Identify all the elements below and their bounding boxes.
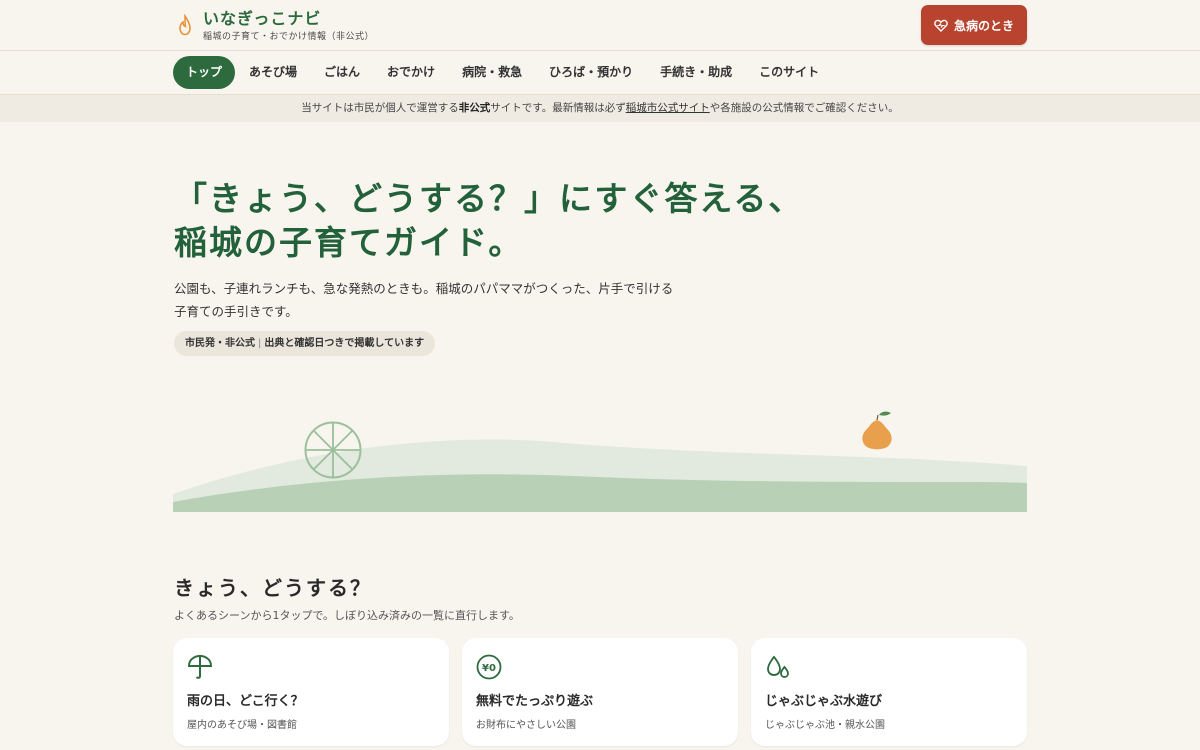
chip-label-a: 市民発・非公式 <box>185 338 255 349</box>
scene-card-free-play[interactable]: ¥0 無料でたっぷり遊ぶ お財布にやさしい公園 <box>462 638 738 746</box>
hero-description: 公園も、子連れランチも、急な発熱のときも。稲城のパパママがつくった、片手で引ける… <box>174 281 674 319</box>
yen-zero-icon: ¥0 <box>476 654 502 680</box>
main-nav: トップ あそび場 ごはん おでかけ 病院・救急 ひろば・預かり 手続き・助成 こ… <box>0 51 1200 95</box>
disclaimer-banner: 当サイトは市民が個人で運営する非公式サイトです。最新情報は必ず稲城市公式サイトや… <box>0 95 1200 122</box>
chip-separator: | <box>258 338 262 349</box>
emergency-label: 急病のとき <box>953 18 1014 33</box>
nav-item-childcare[interactable]: ひろば・預かり <box>536 56 646 89</box>
nav-item-about[interactable]: このサイト <box>746 56 832 89</box>
today-section-subtitle: よくあるシーンから1タップで。しぼり込み済みの一覧に直行します。 <box>174 609 520 622</box>
card-title: じゃぶじゃぶ水遊び <box>765 694 883 709</box>
nav-item-food[interactable]: ごはん <box>311 56 373 89</box>
chip-label-b: 出典と確認日つきで掲載しています <box>264 338 425 349</box>
hero-title-line1: 「きょう、どうする？」にすぐ答える、 <box>174 179 804 218</box>
scene-cards: 雨の日、どこ行く？ 屋内のあそび場・図書館 ¥0 無料でたっぷり遊ぶ お財布にや… <box>173 638 1027 746</box>
nav-item-hospital[interactable]: 病院・救急 <box>449 56 535 89</box>
card-title: 無料でたっぷり遊ぶ <box>476 694 594 709</box>
nav-item-procedures[interactable]: 手続き・助成 <box>647 56 745 89</box>
scene-card-water-play[interactable]: じゃぶじゃぶ水遊び じゃぶじゃぶ池・親水公園 <box>751 638 1027 746</box>
heart-pulse-icon <box>934 19 948 32</box>
card-title: 雨の日、どこ行く？ <box>187 694 304 709</box>
nav-item-play[interactable]: あそび場 <box>236 56 310 89</box>
drop-fire-icon <box>179 14 191 36</box>
pear-icon <box>862 411 892 450</box>
hero: 「きょう、どうする？」にすぐ答える、 稲城の子育てガイド。 公園も、子連れランチ… <box>0 122 1200 542</box>
hills-illustration <box>173 411 1027 512</box>
notice-mid: サイトです。最新情報は必ず <box>490 102 626 114</box>
nav-item-top[interactable]: トップ <box>173 56 236 89</box>
yen-zero-text: ¥0 <box>482 663 496 674</box>
nav-item-outing[interactable]: おでかけ <box>374 56 448 89</box>
scene-card-rainy-day[interactable]: 雨の日、どこ行く？ 屋内のあそび場・図書館 <box>173 638 449 746</box>
site-header: いなぎっこナビ 稲城の子育て・おでかけ情報（非公式） 急病のとき <box>0 0 1200 51</box>
card-subtitle: お財布にやさしい公園 <box>476 720 576 731</box>
official-site-link[interactable]: 稲城市公式サイト <box>626 102 710 114</box>
brand[interactable]: いなぎっこナビ 稲城の子育て・おでかけ情報（非公式） <box>178 9 374 42</box>
notice-post: や各施設の公式情報でご確認ください。 <box>709 102 899 114</box>
notice-pre: 当サイトは市民が個人で運営する <box>301 102 459 114</box>
wheel-icon <box>304 421 362 479</box>
card-subtitle: 屋内のあそび場・図書館 <box>187 720 297 731</box>
brand-subtitle: 稲城の子育て・おでかけ情報（非公式） <box>203 32 375 42</box>
hero-title: 「きょう、どうする？」にすぐ答える、 稲城の子育てガイド。 <box>174 177 803 265</box>
brand-title: いなぎっこナビ <box>203 9 322 28</box>
notice-bold: 非公式 <box>458 102 491 114</box>
hero-title-line2: 稲城の子育てガイド。 <box>174 223 524 262</box>
today-section-title: きょう、どうする？ <box>174 576 372 600</box>
card-subtitle: じゃぶじゃぶ池・親水公園 <box>765 720 885 731</box>
water-drops-icon <box>767 655 789 678</box>
emergency-button[interactable]: 急病のとき <box>921 5 1027 45</box>
hero-chip: 市民発・非公式 | 出典と確認日つきで掲載しています <box>174 331 436 356</box>
umbrella-icon <box>187 654 213 679</box>
